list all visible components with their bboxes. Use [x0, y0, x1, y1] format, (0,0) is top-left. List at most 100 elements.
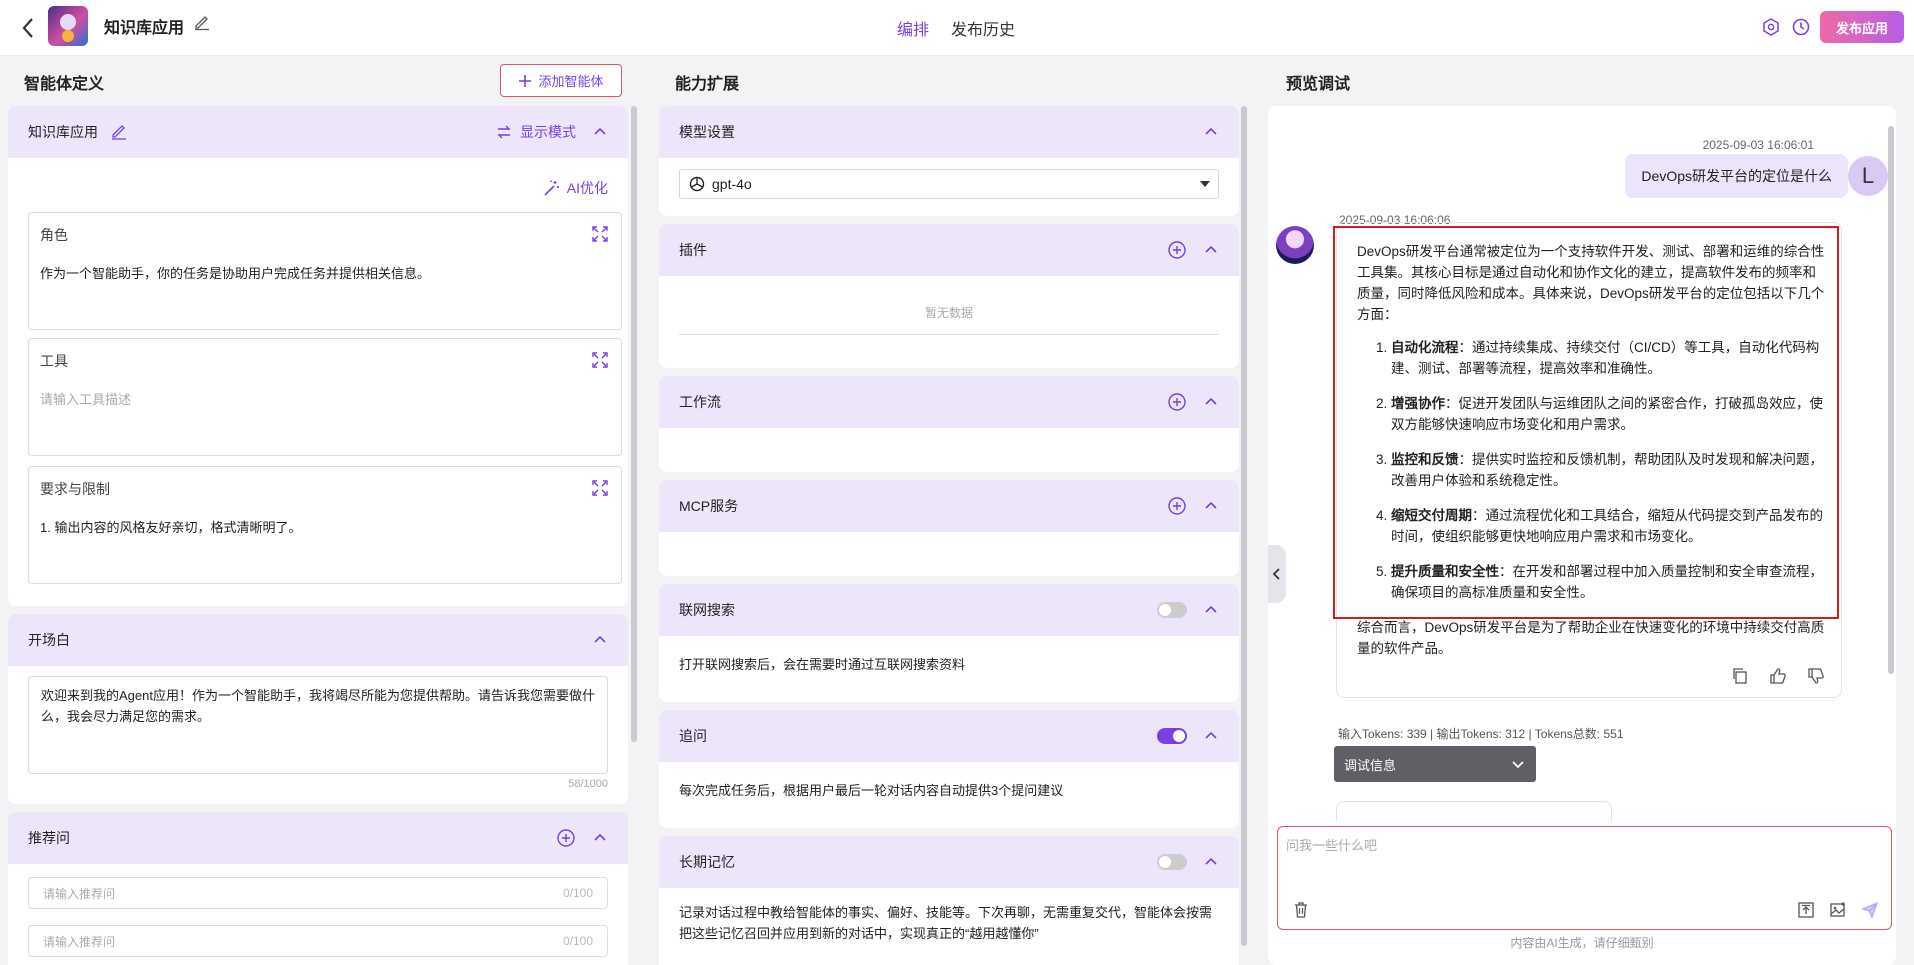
back-icon[interactable]: [14, 14, 42, 42]
memory-title: 长期记忆: [679, 854, 735, 870]
left-scrollbar[interactable]: [631, 106, 637, 742]
chevron-up-icon[interactable]: [1203, 124, 1219, 140]
middle-scrollbar[interactable]: [1241, 106, 1247, 946]
list-item-head: 提升质量和安全性: [1391, 564, 1499, 579]
follow-up-desc: 每次完成任务后，根据用户最后一轮对话内容自动提供3个提问建议: [679, 783, 1064, 798]
settings-icon[interactable]: [1760, 16, 1782, 38]
memory-panel: 长期记忆 记录对话过程中教给智能体的事实、偏好、技能等。下次再聊，无需重复交代，…: [659, 836, 1239, 965]
publish-button[interactable]: 发布应用: [1819, 11, 1904, 43]
token-usage: 输入Tokens: 339 | 输出Tokens: 312 | Tokens总数…: [1338, 727, 1624, 741]
plugin-panel: 插件 暂无数据: [659, 224, 1239, 368]
chevron-up-icon[interactable]: [1203, 242, 1219, 258]
agent-definition-title: 智能体定义: [24, 76, 105, 93]
add-circle-icon[interactable]: [556, 828, 576, 848]
user-message-text: DevOps研发平台的定位是什么: [1641, 168, 1832, 184]
opening-count: 58/1000: [568, 778, 608, 790]
chat-input-box: [1277, 826, 1892, 930]
chat-input[interactable]: [1278, 827, 1891, 887]
workflow-title: 工作流: [679, 394, 721, 410]
memory-toggle[interactable]: [1157, 854, 1187, 870]
web-search-title: 联网搜索: [679, 602, 735, 618]
agent-name: 知识库应用: [28, 124, 98, 140]
upload-file-icon[interactable]: [1797, 901, 1815, 919]
debug-label: 调试信息: [1344, 757, 1397, 773]
chevron-up-icon[interactable]: [592, 830, 608, 846]
opening-header: 开场白: [8, 614, 628, 666]
trash-icon[interactable]: [1292, 901, 1310, 919]
opening-value: 欢迎来到我的Agent应用！作为一个智能助手，我将竭尽所能为您提供帮助。请告诉我…: [41, 688, 595, 724]
follow-up-toggle[interactable]: [1157, 728, 1187, 744]
limits-box[interactable]: 要求与限制 1. 输出内容的风格友好亲切，格式清晰明了。: [28, 466, 622, 584]
chat-scrollbar[interactable]: [1888, 126, 1894, 674]
tools-title: 工具: [40, 353, 68, 369]
list-item-text: ：促进开发团队与运维团队之间的紧密合作，打破孤岛效应，使双方能够快速响应市场变化…: [1391, 396, 1823, 432]
chevron-up-icon[interactable]: [1203, 602, 1219, 618]
expand-icon[interactable]: [591, 225, 609, 243]
add-circle-icon[interactable]: [1167, 392, 1187, 412]
send-icon[interactable]: [1861, 901, 1879, 919]
collapse-handle[interactable]: [1268, 545, 1286, 603]
model-panel: 模型设置: [659, 106, 1239, 216]
model-select[interactable]: gpt-4o: [679, 169, 1219, 199]
plugin-title: 插件: [679, 242, 707, 258]
ai-optimize-label: AI优化: [566, 180, 608, 196]
tab-orchestrate[interactable]: 编排: [897, 16, 929, 40]
expand-icon[interactable]: [591, 479, 609, 497]
bot-list: 自动化流程：通过持续集成、持续交付（CI/CD）等工具，自动化代码构建、测试、部…: [1391, 337, 1825, 603]
chevron-up-icon[interactable]: [592, 124, 608, 140]
role-value: 作为一个智能助手，你的任务是协助用户完成任务并提供相关信息。: [40, 266, 431, 281]
mcp-title: MCP服务: [679, 498, 739, 514]
add-circle-icon[interactable]: [1167, 240, 1187, 260]
role-title: 角色: [40, 227, 68, 243]
opening-textarea[interactable]: 欢迎来到我的Agent应用！作为一个智能助手，我将竭尽所能为您提供帮助。请告诉我…: [28, 676, 608, 774]
chevron-up-icon[interactable]: [1203, 394, 1219, 410]
tools-box[interactable]: 工具 请输入工具描述: [28, 338, 622, 456]
web-search-toggle[interactable]: [1157, 602, 1187, 618]
add-agent-label: 添加智能体: [538, 74, 604, 89]
recommend-count: 0/100: [562, 934, 593, 948]
web-search-desc: 打开联网搜索后，会在需要时通过互联网搜索资料: [679, 657, 966, 672]
display-mode-toggle[interactable]: 显示模式: [496, 122, 576, 142]
tab-publish-history[interactable]: 发布历史: [951, 16, 1015, 40]
debug-info-button[interactable]: 调试信息: [1334, 746, 1536, 782]
bot-summary: 综合而言，DevOps研发平台是为了帮助企业在快速变化的环境中持续交付高质量的软…: [1357, 620, 1825, 656]
expand-icon[interactable]: [591, 351, 609, 369]
chevron-up-icon[interactable]: [1203, 498, 1219, 514]
list-item: 增强协作：促进开发团队与运维团队之间的紧密合作，打破孤岛效应，使双方能够快速响应…: [1391, 393, 1825, 435]
edit-icon[interactable]: [193, 13, 211, 31]
message-actions: [1357, 667, 1825, 685]
top-right-actions: 发布应用: [1760, 11, 1904, 43]
thumbs-down-icon[interactable]: [1807, 667, 1825, 685]
thumbs-up-icon[interactable]: [1769, 667, 1787, 685]
web-search-panel: 联网搜索 打开联网搜索后，会在需要时通过互联网搜索资料: [659, 584, 1239, 702]
ai-optimize-button[interactable]: AI优化: [543, 178, 608, 198]
chevron-up-icon[interactable]: [592, 632, 608, 648]
list-item-head: 增强协作: [1391, 396, 1445, 411]
chevron-up-icon[interactable]: [1203, 854, 1219, 870]
history-icon[interactable]: [1790, 16, 1812, 38]
recommend-header: 推荐问: [8, 812, 628, 864]
upload-image-icon[interactable]: [1829, 901, 1847, 919]
mcp-header: MCP服务: [659, 480, 1239, 532]
display-mode-label: 显示模式: [520, 124, 576, 140]
memory-desc: 记录对话过程中教给智能体的事实、偏好、技能等。下次再聊，无需重复交代，智能体会按…: [679, 905, 1213, 941]
bot-message: DevOps研发平台通常被定位为一个支持软件开发、测试、部署和运维的综合性工具集…: [1336, 222, 1842, 698]
preview-title: 预览调试: [1286, 76, 1351, 93]
recommend-count: 0/100: [562, 886, 593, 900]
copy-icon[interactable]: [1731, 667, 1749, 685]
recommend-title: 推荐问: [28, 830, 70, 846]
bot-intro: DevOps研发平台通常被定位为一个支持软件开发、测试、部署和运维的综合性工具集…: [1357, 244, 1825, 322]
add-agent-button[interactable]: 添加智能体: [500, 64, 622, 97]
user-message: DevOps研发平台的定位是什么: [1625, 154, 1848, 198]
chevron-up-icon[interactable]: [1203, 728, 1219, 744]
limits-value: 1. 输出内容的风格友好亲切，格式清晰明了。: [40, 520, 302, 535]
list-item-head: 自动化流程: [1391, 340, 1459, 355]
role-box[interactable]: 角色 作为一个智能助手，你的任务是协助用户完成任务并提供相关信息。: [28, 212, 622, 330]
add-circle-icon[interactable]: [1167, 496, 1187, 516]
plugin-header: 插件: [659, 224, 1239, 276]
tools-placeholder: 请输入工具描述: [40, 392, 132, 407]
edit-icon[interactable]: [110, 123, 128, 141]
user-avatar: L: [1848, 156, 1888, 196]
recommend-input[interactable]: 请输入推荐问 0/100: [28, 877, 608, 909]
recommend-input[interactable]: 请输入推荐问 0/100: [28, 925, 608, 957]
